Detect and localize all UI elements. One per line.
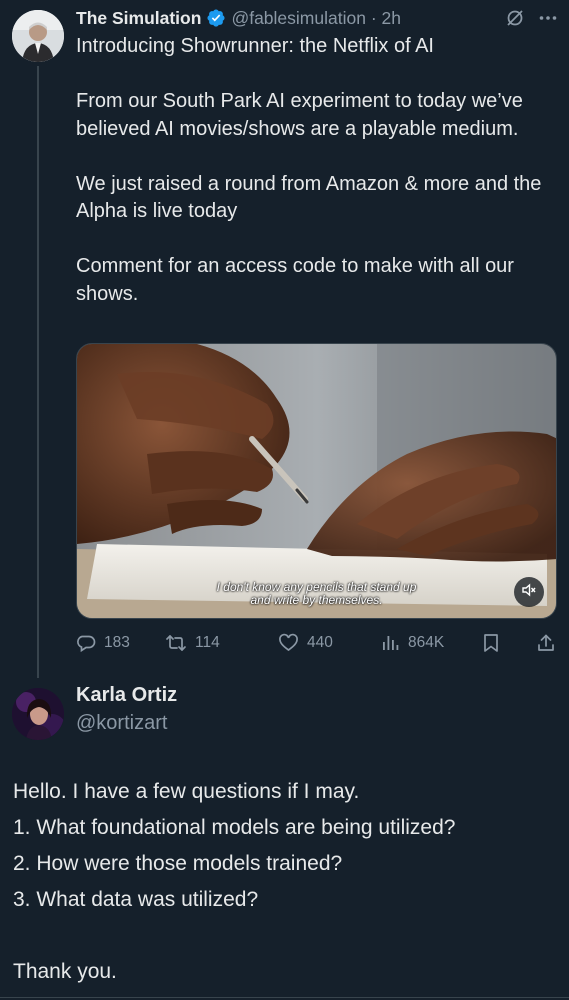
tweet-paragraph: From our South Park AI experiment to tod… [76,90,523,140]
reply-icon [76,633,96,653]
verified-badge-icon [206,8,226,28]
reply-author-name[interactable]: Karla Ortiz [76,684,177,707]
thread-connector-line [37,66,39,678]
reply-button[interactable]: 183 [76,633,130,653]
tweet-paragraph: We just raised a round from Amazon & mor… [76,172,542,223]
retweet-button[interactable]: 114 [165,633,220,653]
header-actions [505,8,557,28]
caption-line: and write by themselves. [250,593,383,607]
video-frame-image [77,344,556,618]
reply-line: 2. How were those models trained? [13,852,343,875]
like-button[interactable]: 440 [278,633,333,653]
tweet-time[interactable]: 2h [382,8,401,29]
retweet-count: 114 [195,634,220,651]
views-icon [380,633,400,653]
author-handle[interactable]: @fablesimulation [231,8,366,29]
bookmark-icon [482,633,500,653]
reply-line: Hello. I have a few questions if I may. [13,780,360,803]
bottom-divider [0,997,569,998]
tweet-video[interactable]: I don't know any pencils that stand up a… [76,343,557,619]
reply-line: 3. What data was utilized? [13,888,259,911]
more-icon[interactable] [539,15,557,21]
share-button[interactable] [536,633,556,653]
reply-count: 183 [104,634,130,651]
like-icon [278,633,299,653]
share-icon [536,633,556,653]
header-separator: · [370,7,377,28]
views-count: 864K [408,634,445,651]
tweet-header: The Simulation @fablesimulation · 2h [76,6,557,30]
grok-icon[interactable] [505,8,525,28]
tweet-action-bar: 183 114 440 864K [76,629,559,657]
mute-button[interactable] [514,577,544,607]
tweet-paragraph: Introducing Showrunner: the Netflix of A… [76,35,434,57]
tweet-paragraph: Comment for an access code to make with … [76,255,514,305]
reply-closing: Thank you. [13,960,117,983]
reply-line: 1. What foundational models are being ut… [13,816,456,839]
retweet-icon [165,633,187,653]
tweet-text: Introducing Showrunner: the Netflix of A… [76,33,556,308]
views-button[interactable]: 864K [380,633,444,653]
reply-author-handle[interactable]: @kortizart [76,712,167,735]
like-count: 440 [307,634,333,651]
author-avatar[interactable] [12,10,64,62]
reply-text: Hello. I have a few questions if I may. … [13,774,558,990]
reply-author-avatar[interactable] [12,688,64,740]
avatar-portrait-image [12,688,64,740]
video-caption: I don't know any pencils that stand up a… [77,581,556,607]
bookmark-button[interactable] [482,633,500,653]
speaker-muted-icon [521,582,537,603]
author-name[interactable]: The Simulation [76,8,201,29]
avatar-portrait-image [12,10,64,62]
